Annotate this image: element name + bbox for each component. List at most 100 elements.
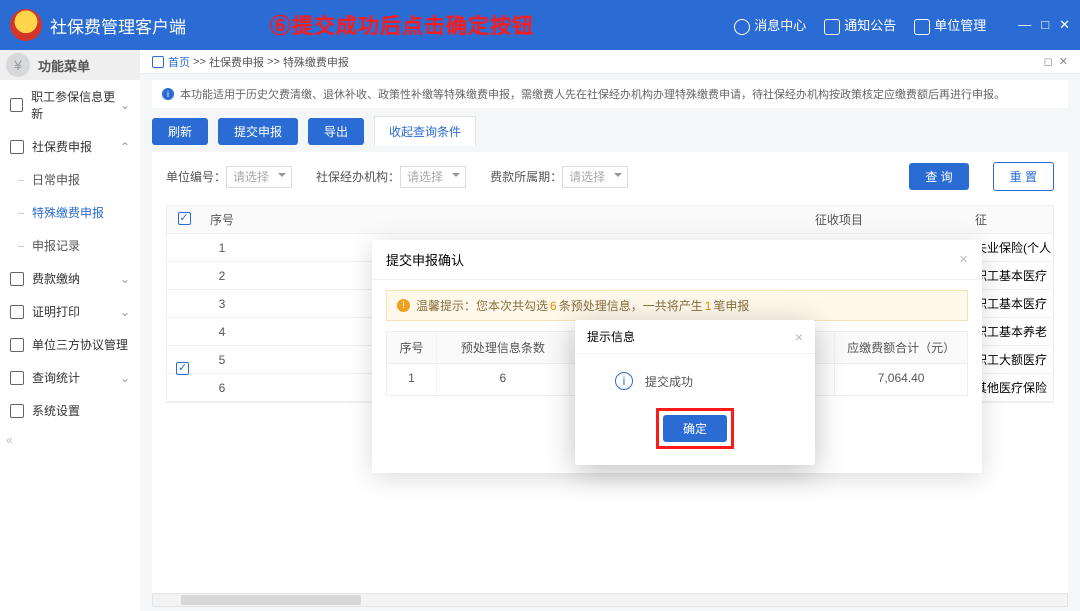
yen-icon: ¥ bbox=[6, 53, 30, 77]
ccol-count: 预处理信息条数 bbox=[437, 332, 570, 363]
info-notice: i 本功能适用于历史欠费清缴、退休补收、政策性补缴等特殊缴费申报，需缴费人先在社… bbox=[152, 80, 1068, 108]
chevron-down-icon: ⌄ bbox=[120, 305, 130, 319]
submit-declare-button[interactable]: 提交申报 bbox=[218, 118, 298, 145]
app-title: 社保费管理客户端 bbox=[50, 13, 186, 38]
link-notice[interactable]: 通知公告 bbox=[824, 15, 896, 35]
minimize-icon[interactable]: — bbox=[1018, 17, 1031, 33]
home-icon bbox=[152, 56, 164, 68]
chevron-up-icon: ⌃ bbox=[120, 140, 130, 154]
sidebar-header: ¥ 功能菜单 bbox=[0, 50, 140, 80]
annotation-caption: ⑥提交成功后点击确定按钮 bbox=[270, 10, 534, 40]
action-bar: 刷新 提交申报 导出 收起查询条件 bbox=[152, 116, 1068, 146]
cell-index: 6 bbox=[201, 381, 243, 395]
alert-message: 提交成功 bbox=[645, 373, 693, 390]
export-button[interactable]: 导出 bbox=[308, 118, 364, 145]
sidebar-item-employee-info[interactable]: 职工参保信息更新⌄ bbox=[0, 80, 140, 130]
confirm-warning: ! 温馨提示：您本次共勾选 6 条预处理信息，一共将产生 1 笔申报 bbox=[386, 290, 968, 321]
sidebar-item-special[interactable]: 特殊缴费申报 bbox=[0, 196, 140, 229]
crumb-b: 特殊缴费申报 bbox=[283, 54, 349, 70]
close-icon[interactable]: ✕ bbox=[1059, 17, 1070, 33]
chevron-down-icon: ⌄ bbox=[120, 272, 130, 286]
cell-index: 3 bbox=[201, 297, 243, 311]
refresh-button[interactable]: 刷新 bbox=[152, 118, 208, 145]
select-all-checkbox[interactable] bbox=[178, 212, 191, 225]
alert-close-icon[interactable]: × bbox=[795, 329, 803, 345]
top-bar: 社保费管理客户端 ⑥提交成功后点击确定按钮 消息中心 通知公告 单位管理 — □… bbox=[0, 0, 1080, 50]
chart-icon bbox=[10, 371, 24, 385]
sidebar-item-daily[interactable]: 日常申报 bbox=[0, 163, 140, 196]
sidebar-item-records[interactable]: 申报记录 bbox=[0, 229, 140, 262]
query-button[interactable]: 查 询 bbox=[909, 163, 968, 190]
sidebar-item-tripartite[interactable]: 单位三方协议管理 bbox=[0, 328, 140, 361]
period-select[interactable]: 请选择 bbox=[562, 166, 628, 188]
ccol-idx: 序号 bbox=[387, 332, 437, 363]
caret-icon bbox=[278, 173, 286, 181]
col-last: 征 bbox=[967, 211, 1053, 228]
col-item: 征收项目 bbox=[807, 211, 967, 228]
sidebar-menu: 职工参保信息更新⌄ 社保费申报⌃ 日常申报 特殊缴费申报 申报记录 费款缴纳⌄ … bbox=[0, 80, 140, 453]
sidebar: ¥ 功能菜单 职工参保信息更新⌄ 社保费申报⌃ 日常申报 特殊缴费申报 申报记录… bbox=[0, 50, 140, 611]
window-controls: — □ ✕ bbox=[1018, 17, 1070, 33]
alert-modal: 提示信息 × i 提交成功 确定 bbox=[575, 320, 815, 465]
row-group-checkbox[interactable] bbox=[176, 362, 189, 375]
chevron-down-icon: ⌄ bbox=[120, 98, 130, 112]
confirm-close-icon[interactable]: × bbox=[959, 251, 968, 268]
doc-icon bbox=[10, 98, 23, 112]
grid-header: 序号 征收项目 征 bbox=[167, 206, 1053, 234]
alert-ok-button[interactable]: 确定 bbox=[663, 415, 727, 442]
form-icon bbox=[10, 140, 24, 154]
caret-icon bbox=[452, 173, 460, 181]
alert-title-bar: 提示信息 × bbox=[575, 320, 815, 354]
printer-icon bbox=[10, 305, 24, 319]
reset-button[interactable]: 重 置 bbox=[993, 162, 1054, 191]
sidebar-title: 功能菜单 bbox=[38, 56, 90, 75]
building-icon bbox=[914, 19, 930, 35]
notice-text: 本功能适用于历史欠费清缴、退休补收、政策性补缴等特殊缴费申报，需缴费人先在社保经… bbox=[180, 86, 1005, 102]
info-circle-icon: i bbox=[615, 372, 633, 390]
collapse-filter-tab[interactable]: 收起查询条件 bbox=[374, 116, 476, 146]
megaphone-icon bbox=[734, 19, 750, 35]
cell-index: 2 bbox=[201, 269, 243, 283]
sidebar-item-print[interactable]: 证明打印⌄ bbox=[0, 295, 140, 328]
caret-icon bbox=[614, 173, 622, 181]
link-unit-mgmt[interactable]: 单位管理 bbox=[914, 15, 986, 35]
app-emblem-icon bbox=[10, 9, 42, 41]
agreement-icon bbox=[10, 338, 24, 352]
scrollbar-thumb[interactable] bbox=[181, 595, 361, 605]
info-icon: i bbox=[162, 88, 174, 100]
ccol-total: 应缴费额合计（元） bbox=[835, 332, 967, 363]
chevron-down-icon: ⌄ bbox=[120, 371, 130, 385]
sidebar-item-settings[interactable]: 系统设置 bbox=[0, 394, 140, 427]
horizontal-scrollbar[interactable] bbox=[152, 593, 1068, 607]
annotation-highlight: 确定 bbox=[656, 408, 734, 449]
main-area: 首页 >> 社保费申报 >> 特殊缴费申报 ◻✕ i 本功能适用于历史欠费清缴、… bbox=[140, 50, 1080, 611]
confirm-title-bar: 提交申报确认 × bbox=[372, 240, 982, 280]
sidebar-item-query[interactable]: 查询统计⌄ bbox=[0, 361, 140, 394]
filter-org-label: 社保经办机构： bbox=[316, 170, 400, 184]
tab-close-icon[interactable]: ✕ bbox=[1059, 55, 1068, 68]
filter-row: 单位编号：请选择 社保经办机构：请选择 费款所属期：请选择 查 询 重 置 bbox=[166, 162, 1054, 191]
filter-unit-label: 单位编号： bbox=[166, 170, 226, 184]
warning-icon: ! bbox=[397, 299, 410, 312]
wallet-icon bbox=[10, 272, 24, 286]
envelope-icon bbox=[824, 19, 840, 35]
crumb-home[interactable]: 首页 bbox=[168, 54, 190, 70]
sidebar-collapse[interactable]: « bbox=[0, 427, 140, 453]
sidebar-item-payment[interactable]: 费款缴纳⌄ bbox=[0, 262, 140, 295]
link-msg-center[interactable]: 消息中心 bbox=[734, 15, 806, 35]
org-select[interactable]: 请选择 bbox=[400, 166, 466, 188]
cell-index: 5 bbox=[201, 353, 243, 367]
confirm-title: 提交申报确认 bbox=[386, 250, 464, 269]
filter-period-label: 费款所属期： bbox=[490, 170, 562, 184]
top-right-links: 消息中心 通知公告 单位管理 — □ ✕ bbox=[734, 15, 1070, 35]
cell-index: 4 bbox=[201, 325, 243, 339]
sidebar-item-declare[interactable]: 社保费申报⌃ bbox=[0, 130, 140, 163]
maximize-icon[interactable]: □ bbox=[1041, 17, 1049, 33]
col-index: 序号 bbox=[201, 211, 243, 228]
crumb-a[interactable]: 社保费申报 bbox=[209, 54, 264, 70]
cell-index: 1 bbox=[201, 241, 243, 255]
gear-icon bbox=[10, 404, 24, 418]
alert-title: 提示信息 bbox=[587, 328, 635, 345]
tab-detach-icon[interactable]: ◻ bbox=[1044, 55, 1053, 68]
unit-select[interactable]: 请选择 bbox=[226, 166, 292, 188]
